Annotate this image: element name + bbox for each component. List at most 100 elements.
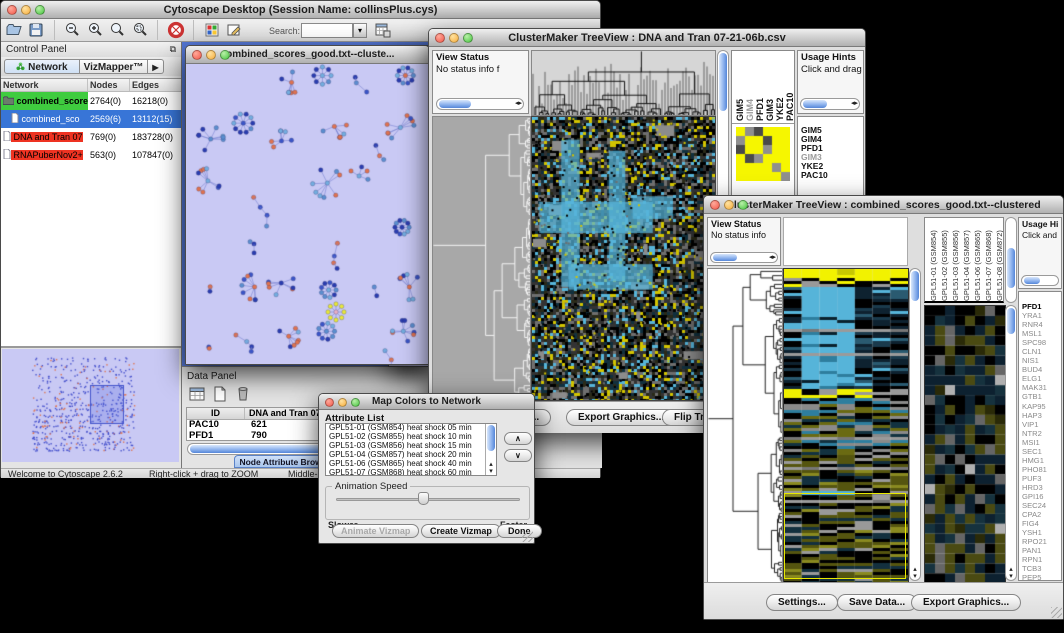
tab-network[interactable]: Network	[4, 59, 80, 74]
attribute-item[interactable]: GPL51-07 (GSM868) heat shock 60 min	[326, 469, 496, 476]
gene-label[interactable]: GPI16	[1019, 492, 1061, 501]
treeview-front-title-bar[interactable]: ClusterMaker TreeView : combined_scores_…	[704, 196, 1063, 214]
gene-label[interactable]: NTR2	[1019, 429, 1061, 438]
annotation-icon[interactable]	[225, 21, 243, 39]
labels-scrollbar[interactable]	[1005, 217, 1017, 303]
column-header-id[interactable]: ID	[187, 408, 245, 419]
gene-label[interactable]: PHO81	[1019, 465, 1061, 474]
done-button[interactable]: Done	[497, 524, 542, 538]
horizontal-scrollbar[interactable]: ◂▸	[436, 98, 524, 110]
gene-label[interactable]: TCB3	[1019, 564, 1061, 573]
gene-label[interactable]: HMG1	[1019, 456, 1061, 465]
column-dendrogram[interactable]	[531, 50, 716, 116]
export-graphics-button[interactable]: Export Graphics...	[566, 409, 676, 426]
traffic-lights[interactable]	[325, 398, 360, 407]
save-icon[interactable]	[27, 21, 45, 39]
search-input[interactable]	[301, 23, 353, 38]
row-label[interactable]: PAC10	[798, 171, 863, 180]
gene-label[interactable]: MAK31	[1019, 383, 1061, 392]
table-row-rnapuber[interactable]: RNAPuberNov2+ 563(0) 107847(0)	[1, 146, 181, 164]
move-down-button[interactable]: ∨	[504, 449, 532, 462]
minimize-button[interactable]	[21, 5, 31, 15]
show-table-icon[interactable]	[188, 385, 206, 403]
zoom-out-icon[interactable]	[63, 21, 81, 39]
gene-label[interactable]: SEC24	[1019, 501, 1061, 510]
table-row-combined-scores[interactable]: combined_scores 2764(0) 16218(0)	[1, 92, 181, 110]
horizontal-scrollbar[interactable]	[1021, 275, 1059, 286]
open-folder-icon[interactable]	[5, 21, 23, 39]
gene-label[interactable]: RPO21	[1019, 537, 1061, 546]
gene-label[interactable]: RNR4	[1019, 320, 1061, 329]
help-ring-icon[interactable]	[167, 21, 185, 39]
network-table-header[interactable]: Network Nodes Edges	[1, 79, 181, 92]
heatmap-global-view[interactable]	[531, 116, 716, 401]
zoom-button[interactable]	[35, 5, 45, 15]
table-row-dna-tran[interactable]: DNA and Tran 07 769(0) 183728(0)	[1, 128, 181, 146]
gene-label[interactable]: GTB1	[1019, 392, 1061, 401]
gene-label[interactable]: YSH1	[1019, 528, 1061, 537]
attribute-list[interactable]: GPL51-01 (GSM854) heat shock 05 minGPL51…	[325, 423, 497, 476]
gene-label[interactable]: YRA1	[1019, 311, 1061, 320]
settings-button[interactable]: Settings...	[766, 594, 838, 611]
animate-vizmap-button[interactable]: Animate Vizmap	[332, 524, 419, 538]
horizontal-scrollbar[interactable]: ◂▸	[710, 252, 778, 263]
gene-label[interactable]: FIG4	[1019, 519, 1061, 528]
network-title-bar[interactable]: combined_scores_good.txt--cluste...	[186, 46, 429, 64]
gene-label[interactable]: ELG1	[1019, 374, 1061, 383]
gene-label[interactable]: NIS1	[1019, 356, 1061, 365]
traffic-lights[interactable]	[710, 200, 748, 210]
gene-label[interactable]: CLN1	[1019, 347, 1061, 356]
create-vizmap-button[interactable]: Create Vizmap	[421, 524, 501, 538]
new-attribute-icon[interactable]	[211, 385, 229, 403]
zoom-selected-icon[interactable]	[131, 21, 149, 39]
gene-label[interactable]: PEP5	[1019, 573, 1061, 581]
gene-label[interactable]: HRD3	[1019, 483, 1061, 492]
gene-label[interactable]: KAP95	[1019, 402, 1061, 411]
slider-knob[interactable]	[418, 492, 429, 505]
resize-grip[interactable]	[522, 531, 533, 542]
gene-label[interactable]: PUF3	[1019, 474, 1061, 483]
tab-overflow-button[interactable]: ▶	[148, 59, 164, 74]
gene-label[interactable]: VIP1	[1019, 420, 1061, 429]
export-graphics-button[interactable]: Export Graphics...	[911, 594, 1021, 611]
vertical-scrollbar[interactable]: ▴▾	[909, 268, 921, 581]
gene-label[interactable]: PAN1	[1019, 546, 1061, 555]
float-panel-icon[interactable]: ⧉	[170, 42, 176, 57]
row-dendrogram[interactable]	[707, 268, 783, 583]
heatmap-zoom-view[interactable]	[736, 127, 790, 181]
genes-scrollbar[interactable]: ▴▾	[1005, 305, 1017, 581]
move-up-button[interactable]: ∧	[504, 432, 532, 445]
zoom-fit-icon[interactable]	[108, 21, 126, 39]
resize-grip[interactable]	[1051, 607, 1062, 618]
attribute-browser-icon[interactable]	[373, 21, 391, 39]
close-button[interactable]	[7, 5, 17, 15]
heatmap-zoom-view[interactable]	[924, 305, 1006, 583]
gene-label[interactable]: HAP3	[1019, 411, 1061, 420]
zoom-in-icon[interactable]	[86, 21, 104, 39]
gene-label[interactable]: SEC1	[1019, 447, 1061, 456]
gene-label[interactable]: BUD4	[1019, 365, 1061, 374]
gene-label[interactable]: MSI1	[1019, 438, 1061, 447]
gene-label[interactable]: PFD1	[1019, 302, 1061, 311]
gene-label[interactable]: CPA2	[1019, 510, 1061, 519]
traffic-lights[interactable]	[192, 50, 230, 60]
heatmap-selection-box[interactable]	[784, 493, 906, 579]
horizontal-scrollbar[interactable]: ◂▸	[800, 98, 860, 110]
main-title-bar[interactable]: Cytoscape Desktop (Session Name: collins…	[1, 1, 600, 19]
row-dendrogram[interactable]	[432, 116, 531, 401]
gene-label[interactable]: SPC98	[1019, 338, 1061, 347]
traffic-lights[interactable]	[7, 5, 45, 15]
vizmapper-grid-icon[interactable]	[203, 21, 221, 39]
delete-attribute-icon[interactable]	[234, 385, 252, 403]
gene-label[interactable]: MSL1	[1019, 329, 1061, 338]
network-canvas[interactable]	[186, 64, 429, 364]
tab-vizmapper[interactable]: VizMapper™	[80, 59, 148, 74]
treeview-back-title-bar[interactable]: ClusterMaker TreeView : DNA and Tran 07-…	[429, 29, 865, 47]
dialog-title-bar[interactable]: Map Colors to Network	[319, 394, 534, 410]
table-row-combined-sco-selected[interactable]: combined_sco 2569(6) 13112(15)	[1, 110, 181, 128]
save-data-button[interactable]: Save Data...	[837, 594, 917, 611]
birdseye-view[interactable]	[2, 349, 179, 462]
gene-label[interactable]: RPN1	[1019, 555, 1061, 564]
traffic-lights[interactable]	[435, 33, 473, 43]
list-scrollbar[interactable]: ▴▾	[485, 424, 496, 475]
